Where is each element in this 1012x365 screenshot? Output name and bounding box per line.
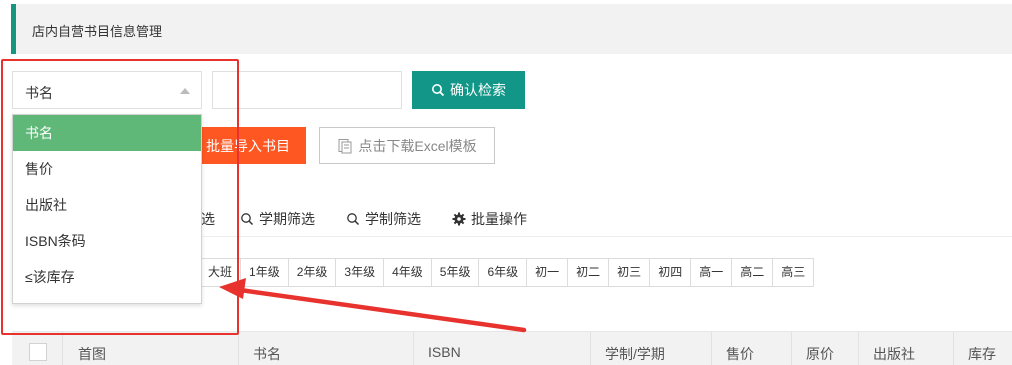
search-input[interactable]	[212, 71, 402, 109]
grade-button[interactable]: 6年级	[478, 258, 528, 287]
grade-button[interactable]: 初二	[567, 258, 610, 287]
grade-filter-group: 大班 1年级 2年级 3年级 4年级 5年级 6年级 初一 初二 初三 初四 高一 高二 高三	[199, 258, 815, 287]
col-header-isbn: ISBN	[428, 344, 461, 360]
grade-button[interactable]: 1年级	[240, 258, 289, 287]
tab-system-filter-label: 学制筛选	[365, 211, 421, 227]
download-template-label: 点击下载Excel模板	[358, 137, 477, 154]
column-separator	[858, 332, 859, 365]
column-separator	[413, 332, 414, 365]
grade-button[interactable]: 初三	[608, 258, 651, 287]
grade-button[interactable]: 2年级	[287, 258, 337, 287]
search-icon	[241, 213, 254, 226]
tab-term-filter[interactable]: 学期筛选	[240, 209, 315, 229]
tab-batch-ops-label: 批量操作	[471, 211, 527, 227]
confirm-search-label: 确认检索	[450, 82, 506, 98]
tab-term-filter-label: 学期筛选	[259, 211, 315, 227]
search-icon	[347, 213, 360, 226]
tab-system-filter[interactable]: 学制筛选	[346, 209, 421, 229]
grade-button[interactable]: 初四	[649, 258, 692, 287]
grade-button[interactable]: 4年级	[383, 258, 432, 287]
column-separator	[62, 332, 63, 365]
grade-button[interactable]: 5年级	[430, 258, 480, 287]
grade-button[interactable]: 初一	[526, 258, 569, 287]
search-icon	[432, 84, 445, 97]
col-header-term: 学制/学期	[605, 346, 665, 362]
col-header-publisher: 出版社	[873, 346, 915, 362]
col-header-stock: 库存	[968, 346, 996, 362]
page-title: 店内自营书目信息管理	[32, 24, 163, 39]
select-all-checkbox[interactable]	[29, 343, 47, 361]
tab-batch-ops[interactable]: 批量操作	[452, 209, 527, 229]
column-separator	[238, 332, 239, 365]
download-template-button[interactable]: 点击下载Excel模板	[319, 127, 495, 164]
grade-button[interactable]: 高二	[731, 258, 774, 287]
grade-button[interactable]: 高三	[772, 258, 815, 287]
column-separator	[711, 332, 712, 365]
table-header: 首图 书名 ISBN 学制/学期 售价 原价 出版社 库存	[12, 331, 1012, 365]
column-separator	[953, 332, 954, 365]
page-header: 店内自营书目信息管理	[11, 4, 1012, 54]
confirm-search-button[interactable]: 确认检索	[412, 71, 525, 109]
col-header-original-price: 原价	[806, 346, 834, 362]
grade-button[interactable]: 高一	[690, 258, 733, 287]
column-separator	[590, 332, 591, 365]
column-separator	[791, 332, 792, 365]
excel-template-icon	[338, 138, 352, 153]
gear-icon	[452, 212, 466, 226]
grade-button[interactable]: 3年级	[335, 258, 385, 287]
col-header-title: 书名	[253, 346, 281, 362]
col-header-price: 售价	[726, 346, 754, 362]
col-header-cover: 首图	[78, 346, 106, 362]
annotation-highlight-box	[1, 59, 239, 335]
